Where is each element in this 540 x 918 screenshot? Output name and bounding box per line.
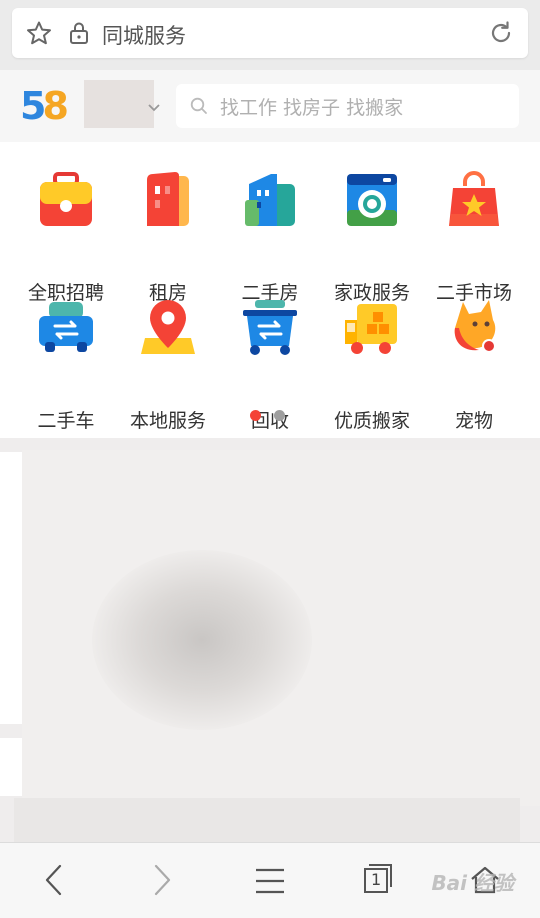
back-icon[interactable] <box>42 863 66 901</box>
browser-address-area: 同城服务 <box>0 0 540 70</box>
search-icon <box>190 97 208 119</box>
recycle-cart-icon <box>241 298 299 358</box>
blurred-strip <box>14 798 520 842</box>
shopping-bag-icon <box>445 170 503 230</box>
search-box[interactable]: 找工作 找房子 找搬家 <box>176 84 519 128</box>
tabs-icon[interactable]: 1 <box>362 863 394 895</box>
page-dot[interactable] <box>274 410 285 421</box>
site-header: 58 找工作 找房子 找搬家 <box>0 70 540 142</box>
logo-digit-8: 8 <box>42 84 69 128</box>
truck-icon <box>343 298 401 358</box>
reload-icon[interactable] <box>488 20 514 50</box>
menu-icon[interactable] <box>254 867 286 899</box>
blurred-image <box>92 550 312 730</box>
map-pin-icon <box>139 298 197 358</box>
category-label: 宠物 <box>454 410 493 432</box>
tab-count: 1 <box>371 870 382 889</box>
logo-digit-5: 5 <box>20 84 47 128</box>
browser-page: 同城服务 58 找工作 找房子 找搬家 全职招聘 租房 二手房 家政服务 二手市… <box>0 0 540 918</box>
category-housekeeping[interactable]: 家政服务 <box>318 170 426 304</box>
blurred-banner[interactable] <box>22 450 540 806</box>
washing-machine-icon <box>343 170 401 230</box>
category-moving[interactable]: 优质搬家 <box>318 298 426 432</box>
content-edge <box>0 738 22 796</box>
category-used-car[interactable]: 二手车 <box>12 298 120 432</box>
forward-icon[interactable] <box>150 863 174 901</box>
category-recycle[interactable]: 回收 <box>216 298 324 432</box>
category-second-hand-market[interactable]: 二手市场 <box>420 170 528 304</box>
category-local-services[interactable]: 本地服务 <box>114 298 222 432</box>
watermark: Bai 经验 <box>431 871 514 895</box>
address-bar[interactable]: 同城服务 <box>12 8 528 58</box>
content-area <box>0 438 540 842</box>
search-placeholder[interactable]: 找工作 找房子 找搬家 <box>220 93 403 120</box>
chevron-down-icon[interactable] <box>147 98 161 117</box>
category-rent[interactable]: 租房 <box>114 170 222 304</box>
category-fulltime-jobs[interactable]: 全职招聘 <box>12 170 120 304</box>
page-title[interactable]: 同城服务 <box>102 20 186 50</box>
site-logo[interactable]: 58 <box>20 84 69 128</box>
category-pets[interactable]: 宠物 <box>420 298 528 432</box>
tower-icon <box>241 170 299 230</box>
city-picker[interactable] <box>84 80 154 128</box>
lock-icon <box>68 21 90 49</box>
briefcase-icon <box>37 170 95 230</box>
category-grid: 全职招聘 租房 二手房 家政服务 二手市场 二手车 本地服务 回收 优质搬家 宠… <box>0 142 540 438</box>
page-dot-active[interactable] <box>250 410 261 421</box>
content-edge <box>0 452 22 724</box>
building-icon <box>139 170 197 230</box>
star-icon[interactable] <box>26 21 52 49</box>
dog-icon <box>445 298 503 358</box>
browser-toolbar: 1 Bai 经验 <box>0 842 540 918</box>
category-second-hand-house[interactable]: 二手房 <box>216 170 324 304</box>
car-icon <box>37 298 95 358</box>
